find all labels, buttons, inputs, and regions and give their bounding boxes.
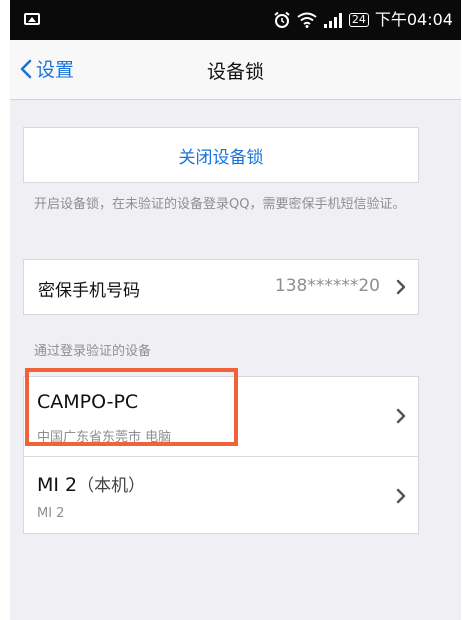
device-item-campo-pc[interactable]: CAMPO-PC 中国广东省东莞市 电脑 xyxy=(24,377,418,455)
device-name-text: MI 2 xyxy=(37,474,78,496)
device-name: CAMPO-PC xyxy=(37,391,138,413)
chevron-right-icon xyxy=(396,408,406,424)
alarm-clock-icon xyxy=(274,11,290,28)
signal-bars-icon xyxy=(323,13,342,28)
this-device-tag: （本机） xyxy=(77,476,146,496)
wifi-icon xyxy=(297,12,317,28)
security-phone-value: 138******20 xyxy=(274,276,380,296)
device-detail: MI 2 xyxy=(37,506,65,521)
security-phone-label: 密保手机号码 xyxy=(38,281,140,301)
device-name-text: CAMPO-PC xyxy=(37,391,139,413)
battery-indicator: 24 xyxy=(348,13,369,27)
device-name: MI 2（本机） xyxy=(37,471,145,496)
close-device-lock-button[interactable]: 关闭设备锁 xyxy=(23,127,419,183)
device-item-mi2[interactable]: MI 2（本机） MI 2 xyxy=(24,456,418,535)
device-list: CAMPO-PC 中国广东省东莞市 电脑 MI 2（本机） MI 2 xyxy=(23,376,419,534)
verified-devices-section-label: 通过登录验证的设备 xyxy=(34,344,152,359)
image-icon xyxy=(24,13,40,25)
device-detail: 中国广东省东莞市 电脑 xyxy=(37,430,172,445)
device-lock-description: 开启设备锁，在未验证的设备登录QQ，需要密保手机短信验证。 xyxy=(34,197,406,212)
chevron-right-icon xyxy=(396,488,406,504)
status-icons: 24 下午04:04 xyxy=(273,9,453,31)
status-bar: 24 下午04:04 xyxy=(10,0,461,40)
chevron-right-icon xyxy=(396,279,406,295)
security-phone-row[interactable]: 密保手机号码 138******20 xyxy=(23,259,419,315)
navigation-bar: 设置 设备锁 xyxy=(10,40,461,100)
page-title: 设备锁 xyxy=(206,61,264,83)
status-time: 下午04:04 xyxy=(374,10,453,29)
phone-screen: 24 下午04:04 设置 设备锁 关闭设备锁 开启设备锁，在未验证的设备登录Q… xyxy=(10,0,461,620)
